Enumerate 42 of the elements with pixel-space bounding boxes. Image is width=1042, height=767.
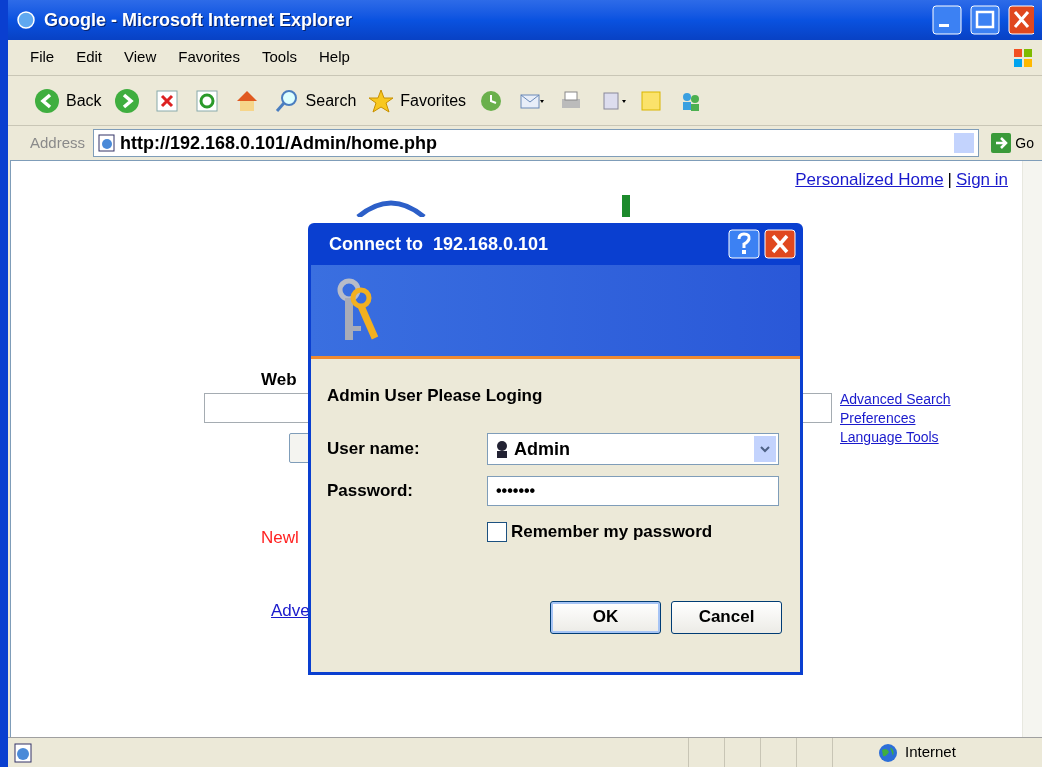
link-text[interactable]: Adve [271,598,310,624]
separator-text: | [947,169,952,191]
menu-item[interactable]: Help [315,46,354,69]
dialog-button[interactable]: OK [550,600,661,634]
top-link[interactable]: Sign in [956,167,1008,193]
prompt-text: Admin User Please Loging [327,385,544,407]
menu-item[interactable]: Favorites [174,46,244,69]
menu-item[interactable]: Tools [257,46,301,69]
dialog-title: Connect to 192.168.0.101 [329,232,550,256]
page-icon [98,134,117,152]
side-link[interactable]: Preferences [840,408,951,428]
minimize-icon[interactable] [932,5,962,35]
toolbar-button[interactable]: Search [273,87,357,114]
menu-item[interactable]: File [26,46,59,69]
help-icon[interactable] [728,229,760,259]
user-icon [494,440,510,458]
remember-checkbox[interactable] [487,521,507,542]
windows-flag-icon [1012,46,1034,69]
field-label: User name: [327,438,421,461]
dialog-button[interactable]: Cancel [671,600,782,634]
news-text: Newl [261,526,299,549]
side-link[interactable]: Advanced Search [840,389,951,409]
username-combobox[interactable]: Admin [487,433,779,465]
zone-label: Internet [905,742,956,763]
password-field[interactable]: ••••••• [487,476,779,506]
side-link[interactable]: Language Tools [840,427,951,447]
toolbar-button[interactable]: Back [34,87,102,114]
go-button[interactable]: Go [987,132,1038,154]
close-icon[interactable] [764,229,796,259]
toolbar-button[interactable]: Favorites [368,87,467,114]
checkbox-label: Remember my password [511,521,713,543]
field-label: Password: [327,480,414,503]
window-title: Google - Microsoft Internet Explorer [44,8,354,32]
menu-item[interactable]: Edit [72,46,107,69]
globe-icon [877,741,899,764]
address-label: Address [30,132,86,153]
top-link[interactable]: Personalized Home [795,167,944,193]
menu-item[interactable]: View [120,46,161,69]
address-field[interactable]: http://192.168.0.101/Admin/home.php [93,129,980,157]
maximize-icon[interactable] [970,5,1000,35]
close-icon[interactable] [1008,5,1034,35]
web-label: Web [261,368,298,389]
